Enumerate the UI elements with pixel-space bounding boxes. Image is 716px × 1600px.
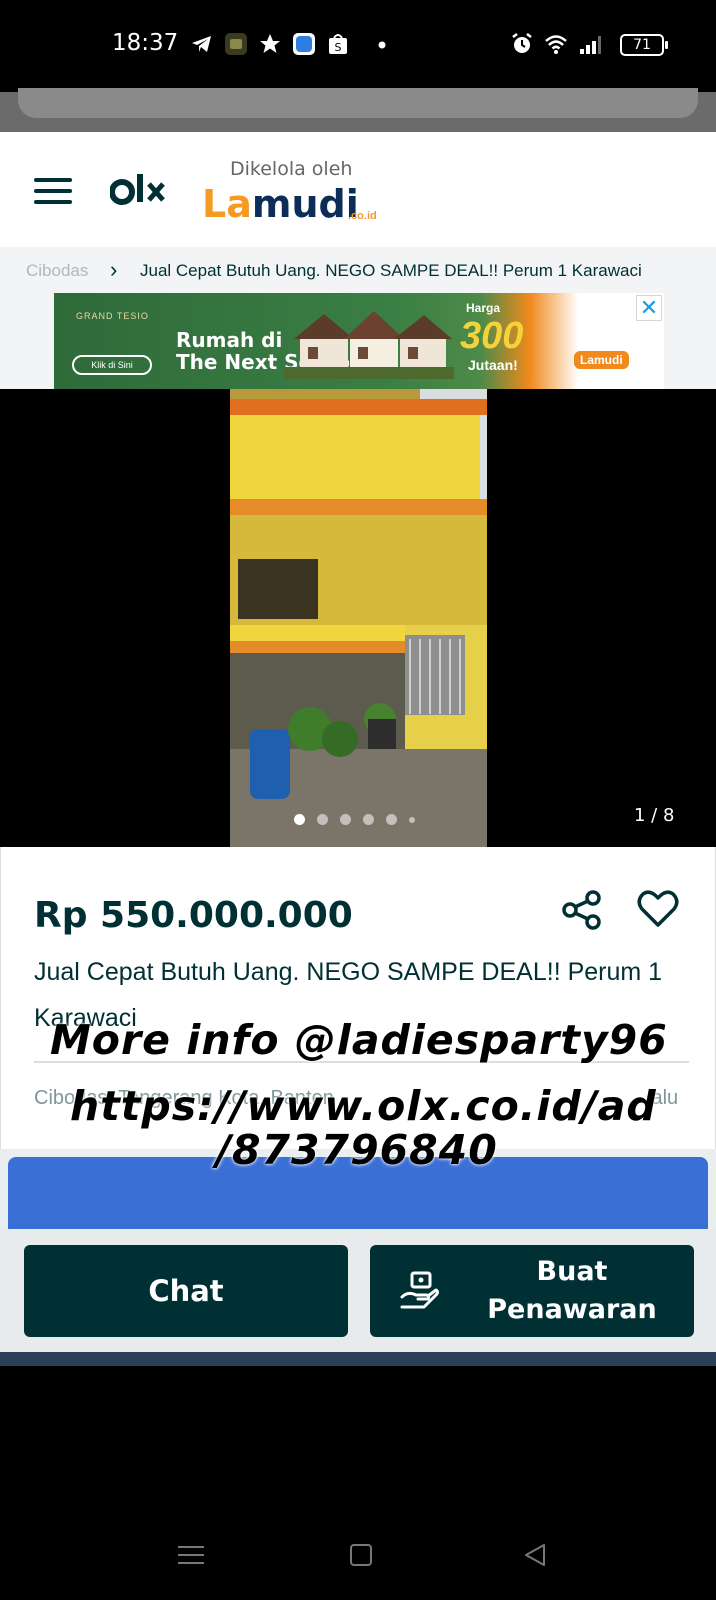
- ad-houses-image: [284, 311, 454, 379]
- lamudi-logo-name: mudi: [251, 182, 359, 226]
- ad-brand: GRAND TESIO: [76, 311, 149, 321]
- chat-button[interactable]: Chat: [24, 1245, 348, 1337]
- browser-toolbar: [0, 88, 716, 132]
- ad-price-unit: Jutaan!: [468, 357, 518, 373]
- make-offer-button[interactable]: Buat Penawaran: [370, 1245, 694, 1337]
- battery-icon: 71: [620, 34, 668, 56]
- listing-price: Rp 550.000.000: [34, 895, 353, 936]
- listing-photo[interactable]: [230, 389, 487, 847]
- shopee-icon: S: [329, 34, 347, 54]
- nav-recents-icon[interactable]: [178, 1544, 204, 1566]
- breadcrumb: Cibodas › Jual Cepat Butuh Uang. NEGO SA…: [0, 247, 716, 293]
- olx-logo-mark: [109, 174, 165, 205]
- app-icon: [225, 33, 247, 55]
- watermark-line3: /873796840: [216, 1126, 498, 1174]
- bottom-border: [0, 1352, 716, 1366]
- ad-banner[interactable]: GRAND TESIO Klik di Sini Rumah di The Ne…: [54, 293, 664, 389]
- photo-counter: 1 / 8: [634, 805, 675, 826]
- make-offer-label: Buat Penawaran: [487, 1256, 657, 1325]
- alarm-icon: [512, 33, 532, 53]
- photo-gallery[interactable]: 1 / 8: [0, 389, 716, 847]
- action-bar: Chat Buat Penawaran: [0, 1229, 716, 1352]
- gallery-dot[interactable]: [409, 816, 415, 823]
- watermark-line2: https://www.olx.co.id/ad: [70, 1082, 657, 1130]
- signal-icon: [580, 36, 601, 54]
- status-bar: 18:37 S 71: [0, 0, 716, 92]
- offer-hand-icon: [400, 1271, 439, 1309]
- telegram-icon: [192, 36, 211, 52]
- ad-price-label: Harga: [466, 301, 501, 315]
- lamudi-logo-prefix: La: [202, 182, 252, 226]
- gallery-dots: [294, 811, 427, 826]
- chevron-right-icon: ›: [110, 257, 118, 282]
- share-icon[interactable]: [561, 889, 603, 931]
- ad-cta-button[interactable]: Klik di Sini: [72, 355, 152, 375]
- wifi-icon: [545, 35, 567, 54]
- nav-back-icon[interactable]: [522, 1542, 548, 1568]
- address-bar[interactable]: [18, 88, 698, 118]
- dot-icon: [378, 41, 386, 49]
- managed-by-label: Dikelola oleh: [230, 158, 353, 180]
- ad-partner-logo: Lamudi: [574, 351, 629, 369]
- lamudi-logo[interactable]: Lamudi: [202, 182, 359, 226]
- breadcrumb-current: Jual Cepat Butuh Uang. NEGO SAMPE DEAL!!…: [140, 261, 642, 280]
- site-header: Dikelola oleh Lamudi .co.id: [0, 132, 716, 247]
- menu-icon[interactable]: [34, 178, 74, 204]
- lamudi-domain: .co.id: [348, 210, 377, 222]
- status-time: 18:37: [112, 30, 179, 56]
- blue-app-icon: [293, 33, 315, 55]
- star-icon: [260, 34, 280, 53]
- breadcrumb-previous[interactable]: Cibodas: [26, 261, 88, 281]
- favorite-heart-icon[interactable]: [637, 889, 679, 929]
- ad-price: 300: [460, 315, 524, 357]
- watermark-line1: More info @ladiesparty96: [50, 1016, 668, 1064]
- nav-home-icon[interactable]: [350, 1544, 372, 1566]
- close-icon[interactable]: ✕: [636, 295, 662, 321]
- olx-logo[interactable]: [109, 168, 176, 222]
- svg-text:S: S: [335, 41, 342, 54]
- ad-area: GRAND TESIO Klik di Sini Rumah di The Ne…: [0, 293, 716, 389]
